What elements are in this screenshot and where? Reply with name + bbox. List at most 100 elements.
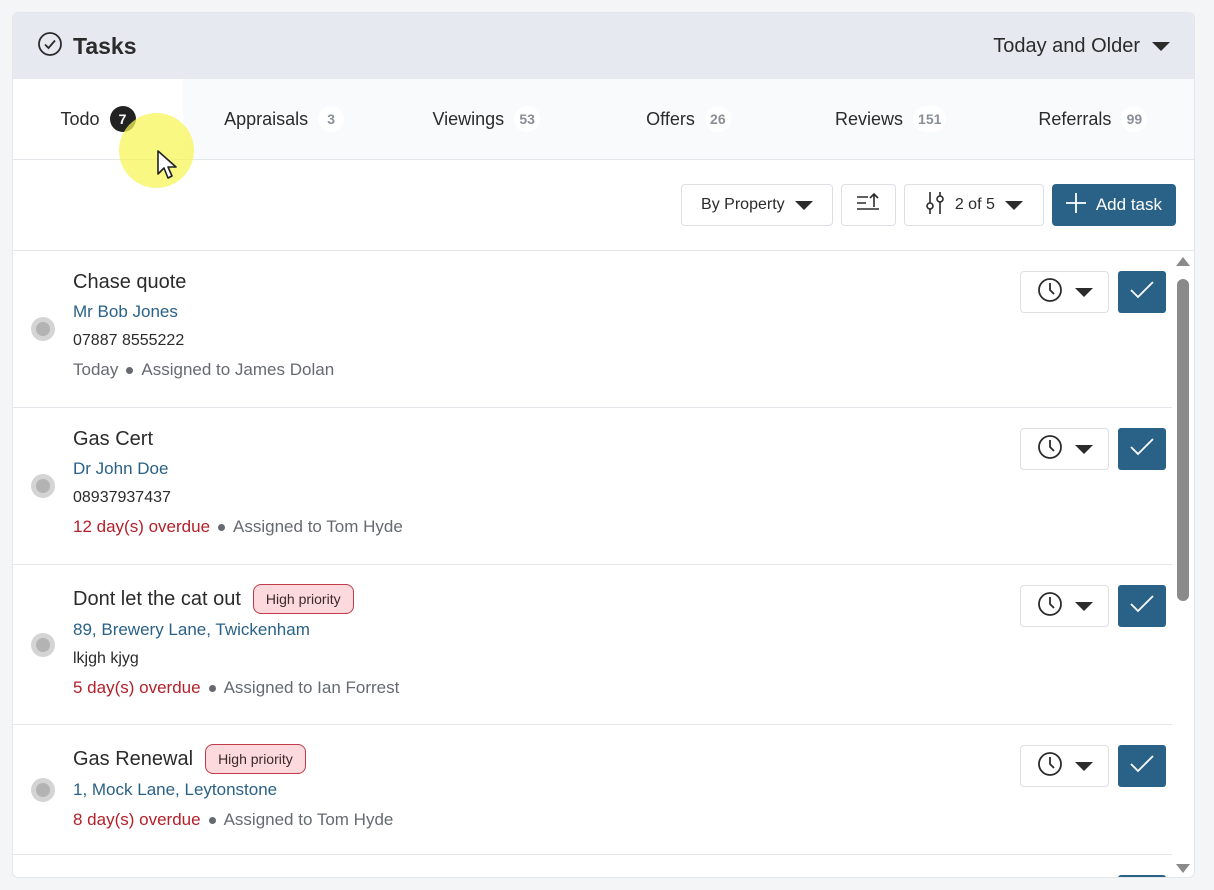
add-task-label: Add task [1095,195,1162,214]
group-by-dropdown[interactable]: By Property [680,184,833,226]
priority-badge: High priority [252,584,354,614]
task-list: Chase quote Mr Bob Jones 07887 8555222 T… [13,251,1173,877]
task-item: Gas Cert Dr John Doe 08937937437 12 day(… [13,408,1173,565]
task-due: Today [73,360,119,379]
task-title-row: Gas Cert [73,428,1173,451]
task-assignee: Assigned to James Dolan [141,360,335,379]
complete-task-button[interactable] [1118,875,1166,877]
vertical-scrollbar[interactable] [1172,251,1194,877]
complete-radio[interactable] [31,317,55,341]
header-left: Tasks [37,31,137,62]
tab-offers[interactable]: Offers 26 [587,79,789,159]
task-due: 5 day(s) overdue [73,678,201,697]
task-actions [1020,745,1166,787]
task-assignee: Assigned to Ian Forrest [223,678,400,697]
task-phone: 07887 8555222 [73,332,185,349]
task-assignee: Assigned to Tom Hyde [233,517,403,536]
snooze-dropdown[interactable] [1020,428,1109,470]
sort-button[interactable] [840,184,896,226]
snooze-dropdown[interactable] [1020,585,1109,627]
tab-label: Appraisals [224,108,309,129]
clock-icon [1037,751,1063,782]
checkmark-icon [1129,593,1155,620]
task-phone: 08937937437 [73,489,171,506]
task-tabs: Todo 7 Appraisals 3 Viewings 53 Offers 2… [13,79,1194,160]
tab-todo[interactable]: Todo 7 [13,79,183,159]
tab-label: Reviews [835,108,904,129]
date-range-label: Today and Older [993,34,1140,57]
task-item: Gas Renewal High priority 1, Mock Lane, … [13,725,1173,855]
task-actions [1020,585,1166,627]
task-due: 12 day(s) overdue [73,517,211,536]
task-item: Chase quote Mr Bob Jones 07887 8555222 T… [13,251,1173,408]
complete-task-button[interactable] [1118,745,1166,787]
task-title-row: Chase quote [73,271,1173,294]
scroll-down-arrow-icon[interactable] [1176,864,1190,873]
task-item-partial [13,855,1173,877]
complete-radio[interactable] [31,778,55,802]
tab-count: 99 [1121,106,1148,132]
complete-task-button[interactable] [1118,271,1166,313]
chevron-down-icon [794,200,813,210]
task-title-row: Dont let the cat out High priority [73,584,1173,614]
task-item: Dont let the cat out High priority 89, B… [13,565,1173,725]
sliders-icon [925,190,945,221]
task-assignee: Assigned to Tom Hyde [223,810,394,829]
bullet-separator [208,816,216,824]
clock-icon [1037,277,1063,308]
scroll-up-arrow-icon[interactable] [1176,257,1190,266]
tab-viewings[interactable]: Viewings 53 [385,79,587,159]
tab-label: Viewings [432,108,505,129]
task-title: Dont let the cat out [73,587,241,610]
tab-reviews[interactable]: Reviews 151 [790,79,992,159]
filter-dropdown[interactable]: 2 of 5 [903,184,1044,226]
panel-header: Tasks Today and Older [13,13,1194,79]
filter-count-label: 2 of 5 [954,196,995,213]
task-title: Chase quote [73,271,187,293]
snooze-dropdown[interactable] [1020,745,1109,787]
add-task-button[interactable]: Add task [1051,184,1176,226]
checkmark-icon [1129,436,1155,463]
tab-count: 7 [109,106,136,132]
check-circle-icon [37,31,63,62]
task-contact-link[interactable]: Mr Bob Jones [73,302,1173,322]
plus-icon [1064,191,1088,220]
date-range-dropdown[interactable]: Today and Older [993,35,1170,58]
group-by-label: By Property [701,196,785,213]
chevron-down-icon [1074,601,1093,611]
task-actions [1020,875,1166,877]
bullet-separator [218,523,226,531]
sort-ascending-icon [855,191,881,220]
task-title-row: Gas Renewal High priority [73,744,1173,774]
tab-count: 151 [913,106,947,132]
task-title: Gas Renewal [73,747,194,770]
scrollbar-thumb[interactable] [1177,279,1189,601]
chevron-down-icon [1074,287,1093,297]
tasks-panel: Tasks Today and Older Todo 7 Appraisals … [12,12,1195,878]
clock-icon [1037,591,1063,622]
tab-label: Todo [60,108,100,129]
tab-appraisals[interactable]: Appraisals 3 [183,79,385,159]
bullet-separator [208,684,216,692]
complete-radio[interactable] [31,474,55,498]
complete-radio[interactable] [31,633,55,657]
bullet-separator [126,366,134,374]
panel-title: Tasks [73,32,137,59]
task-contact-link[interactable]: Dr John Doe [73,459,1173,479]
tab-count: 3 [318,106,345,132]
complete-task-button[interactable] [1118,585,1166,627]
task-actions [1020,428,1166,470]
task-meta: 12 day(s) overdue Assigned to Tom Hyde [73,517,1173,537]
checkmark-icon [1129,279,1155,306]
tab-count: 53 [514,106,541,132]
task-address-link[interactable]: 89, Brewery Lane, Twickenham [73,620,1173,640]
task-address-link[interactable]: 1, Mock Lane, Leytonstone [73,780,1173,800]
tab-referrals[interactable]: Referrals 99 [992,79,1194,159]
task-actions [1020,271,1166,313]
snooze-dropdown[interactable] [1020,271,1109,313]
task-due: 8 day(s) overdue [73,810,201,829]
chevron-down-icon [1074,444,1093,454]
checkmark-icon [1129,753,1155,780]
complete-task-button[interactable] [1118,428,1166,470]
tab-count: 26 [704,106,731,132]
